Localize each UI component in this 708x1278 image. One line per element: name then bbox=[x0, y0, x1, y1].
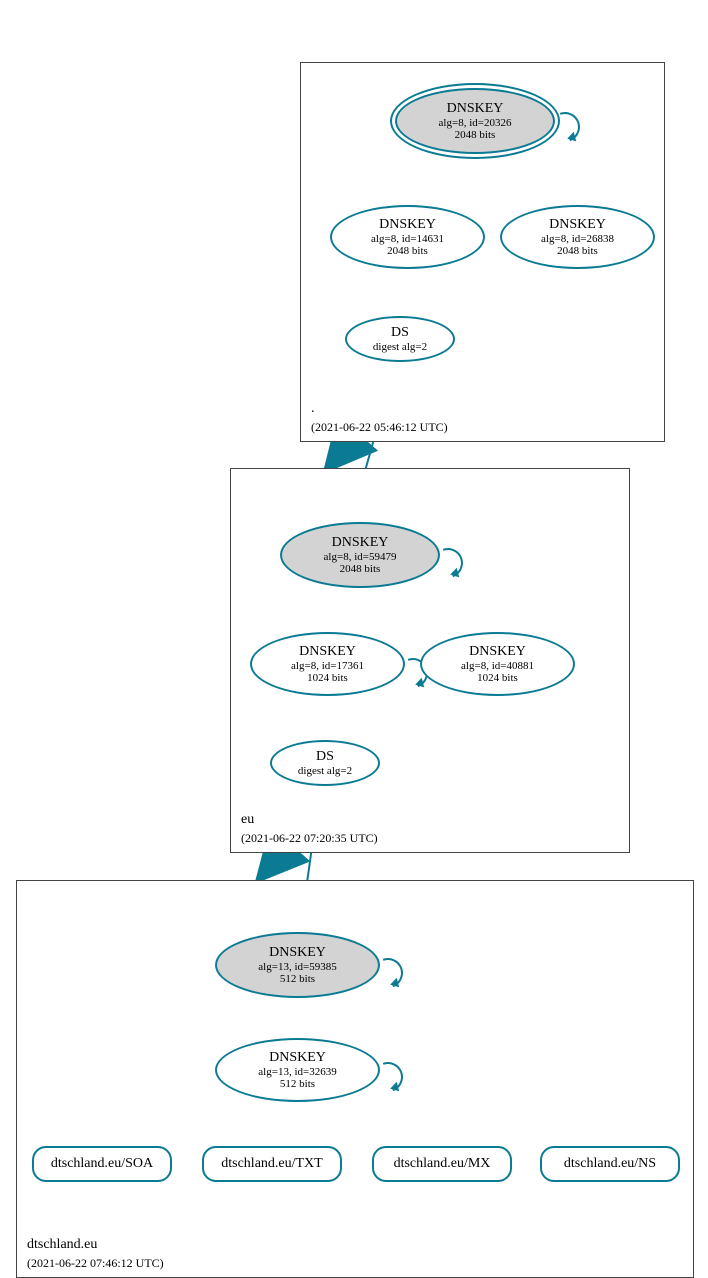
rrset-label: dtschland.eu/NS bbox=[564, 1156, 656, 1172]
zone-root-label: . (2021-06-22 05:46:12 UTC) bbox=[311, 400, 448, 435]
eu-ds-node: DS digest alg=2 bbox=[270, 740, 380, 786]
zone-root-name: . bbox=[311, 400, 448, 419]
rrset-label: dtschland.eu/MX bbox=[394, 1156, 491, 1172]
dnssec-graph: { "colors": { "stroke": "#0b7b93", "ksk_… bbox=[0, 0, 708, 1278]
node-title: DNSKEY bbox=[269, 1050, 326, 1066]
root-zsk-14631-node: DNSKEY alg=8, id=14631 2048 bits bbox=[330, 205, 485, 269]
zone-domain-name: dtschland.eu bbox=[27, 1236, 164, 1255]
node-line3: 512 bits bbox=[280, 1078, 315, 1090]
node-line2: alg=13, id=59385 bbox=[258, 961, 336, 973]
zone-root-timestamp: (2021-06-22 05:46:12 UTC) bbox=[311, 419, 448, 435]
node-title: DNSKEY bbox=[379, 217, 436, 233]
node-title: DNSKEY bbox=[447, 101, 504, 117]
node-line2: alg=8, id=14631 bbox=[371, 233, 444, 245]
eu-ksk-node: DNSKEY alg=8, id=59479 2048 bits bbox=[280, 522, 440, 588]
node-line2: alg=13, id=32639 bbox=[258, 1066, 336, 1078]
root-ksk-node: DNSKEY alg=8, id=20326 2048 bits bbox=[395, 88, 555, 154]
node-title: DS bbox=[391, 325, 409, 341]
root-zsk-26838-node: DNSKEY alg=8, id=26838 2048 bits bbox=[500, 205, 655, 269]
node-line3: 2048 bits bbox=[455, 129, 496, 141]
node-title: DS bbox=[316, 749, 334, 765]
node-title: DNSKEY bbox=[469, 644, 526, 660]
eu-zsk-40881-node: DNSKEY alg=8, id=40881 1024 bits bbox=[420, 632, 575, 696]
rrset-txt: dtschland.eu/TXT bbox=[202, 1146, 342, 1182]
node-line3: 2048 bits bbox=[387, 245, 428, 257]
rrset-label: dtschland.eu/TXT bbox=[221, 1156, 322, 1172]
root-ds-node: DS digest alg=2 bbox=[345, 316, 455, 362]
node-line2: alg=8, id=40881 bbox=[461, 660, 534, 672]
node-line3: 1024 bits bbox=[477, 672, 518, 684]
node-line3: 512 bits bbox=[280, 973, 315, 985]
node-line3: 2048 bits bbox=[557, 245, 598, 257]
node-title: DNSKEY bbox=[549, 217, 606, 233]
zone-eu-name: eu bbox=[241, 811, 378, 830]
domain-zsk-node: DNSKEY alg=13, id=32639 512 bits bbox=[215, 1038, 380, 1102]
node-title: DNSKEY bbox=[269, 945, 326, 961]
zone-domain-timestamp: (2021-06-22 07:46:12 UTC) bbox=[27, 1255, 164, 1271]
node-line2: alg=8, id=17361 bbox=[291, 660, 364, 672]
node-line2: digest alg=2 bbox=[298, 765, 352, 777]
rrset-label: dtschland.eu/SOA bbox=[51, 1156, 153, 1172]
node-line2: digest alg=2 bbox=[373, 341, 427, 353]
node-line3: 2048 bits bbox=[340, 563, 381, 575]
node-line2: alg=8, id=59479 bbox=[324, 551, 397, 563]
node-line2: alg=8, id=26838 bbox=[541, 233, 614, 245]
node-title: DNSKEY bbox=[332, 535, 389, 551]
zone-eu-timestamp: (2021-06-22 07:20:35 UTC) bbox=[241, 830, 378, 846]
domain-ksk-node: DNSKEY alg=13, id=59385 512 bits bbox=[215, 932, 380, 998]
zone-domain-label: dtschland.eu (2021-06-22 07:46:12 UTC) bbox=[27, 1236, 164, 1271]
zone-eu-label: eu (2021-06-22 07:20:35 UTC) bbox=[241, 811, 378, 846]
node-line3: 1024 bits bbox=[307, 672, 348, 684]
rrset-mx: dtschland.eu/MX bbox=[372, 1146, 512, 1182]
node-title: DNSKEY bbox=[299, 644, 356, 660]
rrset-soa: dtschland.eu/SOA bbox=[32, 1146, 172, 1182]
eu-zsk-17361-node: DNSKEY alg=8, id=17361 1024 bits bbox=[250, 632, 405, 696]
rrset-ns: dtschland.eu/NS bbox=[540, 1146, 680, 1182]
node-line2: alg=8, id=20326 bbox=[439, 117, 512, 129]
